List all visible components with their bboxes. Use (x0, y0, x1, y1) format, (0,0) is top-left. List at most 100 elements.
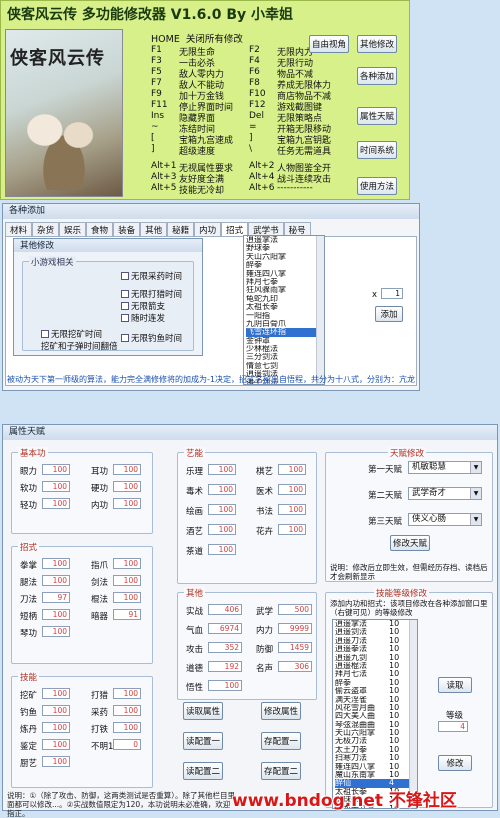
basic-value-input[interactable]: 100 (113, 481, 141, 492)
add-items-button[interactable]: 各种添加 (357, 67, 397, 85)
moves-list-item[interactable]: 龟蛇九印 (246, 295, 324, 303)
modify-level-button[interactable]: 修改 (438, 755, 472, 771)
moves-list-item[interactable]: 拜月七拳 (246, 278, 324, 286)
other-value-input[interactable]: 100 (208, 680, 242, 691)
moves-value-input[interactable]: 100 (42, 575, 70, 586)
tab-manual[interactable]: 秘籍 (167, 222, 195, 237)
modify-talent-button[interactable]: 修改天赋 (390, 535, 430, 551)
modify-attr-button[interactable]: 修改属性 (261, 702, 301, 720)
level-list-item[interactable]: 扫寒刀法 10 (335, 754, 417, 762)
other-value-input[interactable]: 1459 (278, 642, 312, 653)
moves-value-input[interactable]: 100 (113, 592, 141, 603)
moves-value-input[interactable]: 100 (42, 558, 70, 569)
moves-list-item[interactable]: 三分剑法 (246, 353, 324, 361)
other-value-input[interactable]: 192 (208, 661, 242, 672)
level-list-item[interactable]: 逍遥掌法 10 (335, 620, 417, 628)
level-list-item[interactable]: 逍遥剑法 10 (335, 628, 417, 636)
moves-list-item[interactable]: 少林棍法 (246, 345, 324, 353)
level-list-item[interactable]: 逍遥刀法 10 (335, 637, 417, 645)
arts-value-input[interactable]: 100 (278, 504, 306, 515)
read-attr-button[interactable]: 读取属性 (183, 702, 223, 720)
level-list-item[interactable]: 醉拳 10 (335, 679, 417, 687)
level-list-item[interactable]: 逍遥九剑 10 (335, 654, 417, 662)
save-config2-button[interactable]: 存配置二 (261, 762, 301, 780)
moves-list-item[interactable]: 飞雪连环指 (246, 328, 324, 337)
arts-value-input[interactable]: 100 (208, 504, 236, 515)
time-system-button[interactable]: 时间系统 (357, 141, 397, 159)
fishing-time-check[interactable]: 无限钓鱼时间 (121, 332, 182, 344)
basic-value-input[interactable]: 100 (42, 464, 70, 475)
arts-value-input[interactable]: 100 (278, 464, 306, 475)
moves-list-item[interactable]: 狂风骤雨掌 (246, 286, 324, 294)
talent-select[interactable]: 侠义心肠 ▼ (408, 513, 482, 526)
arts-value-input[interactable]: 100 (208, 464, 236, 475)
level-list-item[interactable]: 无极刀法 10 (335, 737, 417, 745)
arts-value-input[interactable]: 100 (208, 484, 236, 495)
other-value-input[interactable]: 6974 (208, 623, 242, 634)
arts-value-input[interactable]: 100 (208, 544, 236, 555)
skills-value-input[interactable]: 100 (42, 722, 70, 733)
level-list-item[interactable]: 逍遥拳法 10 (335, 645, 417, 653)
moves-value-input[interactable]: 91 (113, 609, 141, 620)
tab-food[interactable]: 食物 (86, 222, 114, 237)
arts-value-input[interactable]: 100 (208, 524, 236, 535)
arrows-check[interactable]: 无限箭支 (121, 300, 165, 312)
save-config1-button[interactable]: 存配置一 (261, 732, 301, 750)
skills-value-input[interactable]: 100 (42, 705, 70, 716)
other-value-input[interactable]: 352 (208, 642, 242, 653)
moves-list-item[interactable]: 太祖长拳 (246, 303, 324, 311)
level-list-item[interactable]: 琴弦混曲曲 10 (335, 721, 417, 729)
attr-talent-button[interactable]: 属性天赋 (357, 107, 397, 125)
skills-value-input[interactable]: 100 (113, 722, 141, 733)
free-view-button[interactable]: 自由视角 (309, 35, 349, 53)
moves-scrollbar[interactable] (316, 236, 324, 384)
read-config1-button[interactable]: 读配置一 (183, 732, 223, 750)
skills-value-input[interactable]: 100 (113, 688, 141, 699)
level-list-item[interactable]: 太王刀拳 10 (335, 746, 417, 754)
level-list-item[interactable]: 雍连四八掌 10 (335, 763, 417, 771)
level-list-item[interactable]: 满天淫雀 10 (335, 696, 417, 704)
level-list-item[interactable]: 偷云盗罩 10 (335, 687, 417, 695)
level-input[interactable]: 4 (438, 721, 468, 732)
rapid-fire-check[interactable]: 随时连发 (121, 312, 165, 324)
other-mods-button[interactable]: 其他修改 (357, 35, 397, 53)
moves-value-input[interactable]: 97 (42, 592, 70, 603)
level-list-item[interactable]: 魔山东南掌 10 (335, 771, 417, 779)
basic-value-input[interactable]: 100 (113, 498, 141, 509)
add-button[interactable]: 添加 (375, 306, 403, 322)
moves-list-item[interactable]: 醉拳 (246, 261, 324, 269)
moves-list-item[interactable]: 金钟罩 (246, 337, 324, 345)
level-list-item[interactable]: 拜月七法 10 (335, 670, 417, 678)
other-value-input[interactable]: 406 (208, 604, 242, 615)
basic-value-input[interactable]: 100 (42, 498, 70, 509)
talent-select[interactable]: 机敏聪慧 ▼ (408, 461, 482, 474)
basic-value-input[interactable]: 100 (42, 481, 70, 492)
talent-select[interactable]: 武学奇才 ▼ (408, 487, 482, 500)
moves-list-item[interactable]: 一阳指 (246, 312, 324, 320)
herb-time-check[interactable]: 无限采药时间 (121, 270, 182, 282)
tab-fun[interactable]: 娱乐 (59, 222, 87, 237)
moves-list-item[interactable]: 逍遥掌法 (246, 236, 324, 244)
tab-neigong[interactable]: 内功 (194, 222, 222, 237)
moves-list-item[interactable]: 九阴白骨爪 (246, 320, 324, 328)
moves-list-item[interactable]: 野球拳 (246, 244, 324, 252)
tab-material[interactable]: 材料 (5, 222, 33, 237)
level-list[interactable]: 逍遥掌法 10 逍遥剑法 10 逍遥刀法 10 逍遥拳法 10 逍遥九剑 10 逍遥棍法 10 拜月七法… (332, 619, 418, 809)
qty-input[interactable]: 1 (381, 288, 403, 299)
basic-value-input[interactable]: 100 (113, 464, 141, 475)
level-list-item[interactable]: 天山六阳掌 10 (335, 729, 417, 737)
skills-value-input[interactable]: 100 (113, 705, 141, 716)
usage-button[interactable]: 使用方法 (357, 177, 397, 195)
skills-value-input[interactable]: 100 (42, 688, 70, 699)
moves-value-input[interactable]: 100 (42, 626, 70, 637)
other-value-input[interactable]: 306 (278, 661, 312, 672)
skills-value-input[interactable]: 100 (42, 739, 70, 750)
read-level-button[interactable]: 读取 (438, 677, 472, 693)
skills-value-input[interactable]: 0 (113, 739, 141, 750)
moves-list-item[interactable]: 天山六阳掌 (246, 253, 324, 261)
moves-list-item[interactable]: 雍连四八掌 (246, 270, 324, 278)
mining-time-check[interactable]: 无限挖矿时间 (41, 328, 102, 340)
read-config2-button[interactable]: 读配置二 (183, 762, 223, 780)
other-value-input[interactable]: 9999 (278, 623, 312, 634)
level-list-item[interactable]: 风花雪月曲 10 (335, 704, 417, 712)
